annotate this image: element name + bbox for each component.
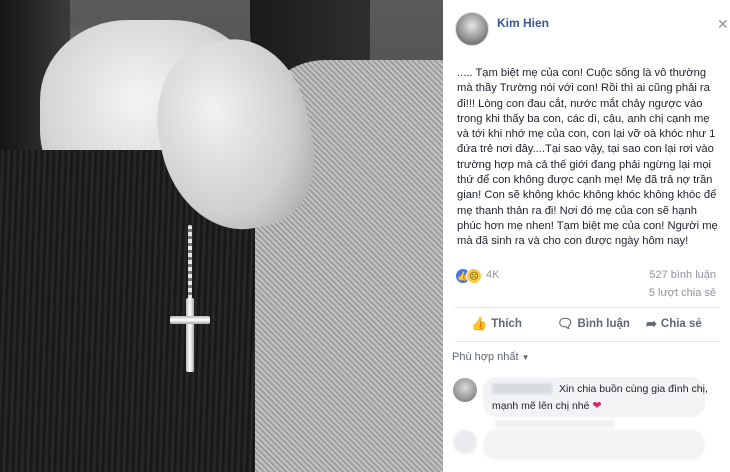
like-icon: 👍 <box>471 316 488 331</box>
comment-bubble-redacted <box>483 430 705 460</box>
divider <box>455 341 720 342</box>
post-text: ..... Tạm biệt mẹ của con! Cuộc sống là … <box>457 67 718 248</box>
heart-icon: ❤ <box>592 400 602 412</box>
rosary-chain <box>188 225 192 305</box>
commenter-name-redacted <box>492 383 552 394</box>
commenter-avatar[interactable] <box>453 378 477 402</box>
post-actions: 👍 Thích 🗨 Bình luận ➦ Chia sẻ <box>455 311 720 339</box>
comment-meta-redacted <box>495 420 615 428</box>
share-button[interactable]: ➦ Chia sẻ <box>646 316 702 332</box>
post-photo[interactable] <box>0 0 443 472</box>
comments-count[interactable]: 527 bình luận <box>649 269 716 281</box>
comment-text-line1: Xin chia buồn cùng gia đình chị, <box>559 383 708 395</box>
comment-icon: 🗨 <box>557 316 574 331</box>
like-button[interactable]: 👍 Thích <box>471 316 522 332</box>
sort-label: Phù hợp nhất <box>452 351 519 363</box>
comment-redacted <box>453 430 723 470</box>
divider <box>455 307 720 308</box>
sad-reaction-icon: ☹ <box>466 268 482 284</box>
shares-count[interactable]: 5 lượt chia sẻ <box>649 287 716 299</box>
comment-button[interactable]: 🗨 Bình luận <box>557 316 630 332</box>
author-name[interactable]: Kim Hien <box>497 16 549 30</box>
share-label: Chia sẻ <box>660 318 702 330</box>
reactions-count[interactable]: 4K <box>486 269 499 281</box>
author-avatar[interactable] <box>455 12 489 46</box>
share-icon: ➦ <box>646 316 657 331</box>
caret-down-icon: ▼ <box>521 353 530 362</box>
commenter-avatar-redacted <box>453 430 477 454</box>
comment-bubble: Xin chia buồn cùng gia đình chị, mạnh mẽ… <box>483 377 708 417</box>
crucifix <box>170 298 210 378</box>
post-header: Kim Hien ✕ <box>455 12 729 48</box>
like-label: Thích <box>491 318 522 330</box>
comment-text-line2: mạnh mẽ lên chị nhé ❤ <box>492 400 602 412</box>
comment-label: Bình luận <box>577 318 630 330</box>
close-icon[interactable]: ✕ <box>717 16 729 33</box>
comment-sort-dropdown[interactable]: Phù hợp nhất ▼ <box>452 351 530 363</box>
post-panel: Kim Hien ✕ ..... Tạm biệt mẹ của con! Cu… <box>443 0 730 472</box>
